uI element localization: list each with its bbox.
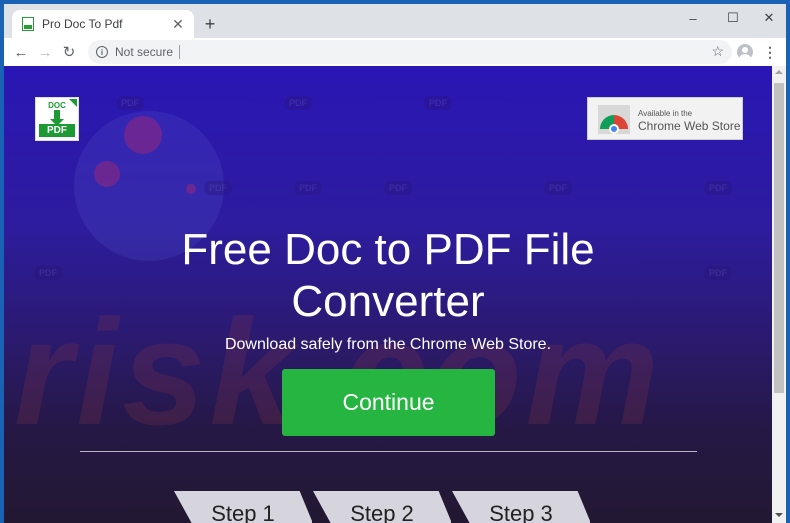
pdf-pattern: PDF xyxy=(704,181,732,195)
pdf-pattern: PDF xyxy=(544,181,572,195)
step-tab-1[interactable]: Step 1 xyxy=(174,491,312,523)
scroll-thumb[interactable] xyxy=(774,83,784,393)
profile-avatar-icon[interactable] xyxy=(737,44,753,60)
back-button[interactable]: ← xyxy=(9,40,33,64)
new-tab-button[interactable]: + xyxy=(200,14,220,34)
chrome-web-store-badge[interactable]: Available in the Chrome Web Store xyxy=(587,97,743,140)
pdf-pattern: PDF xyxy=(284,96,312,110)
logo-doc-label: DOC xyxy=(48,101,66,110)
chrome-logo-center xyxy=(609,124,619,134)
logo-pdf-label: PDF xyxy=(39,124,75,137)
pdf-pattern: PDF xyxy=(384,181,412,195)
step-label: Step 2 xyxy=(350,501,414,523)
badge-big-text: Chrome Web Store xyxy=(638,119,741,133)
step-label: Step 3 xyxy=(489,501,553,523)
step-tab-2[interactable]: Step 2 xyxy=(313,491,451,523)
address-separator xyxy=(179,45,181,59)
plus-icon: + xyxy=(204,13,216,34)
step-label: Step 1 xyxy=(211,501,275,523)
maximize-button[interactable]: ☐ xyxy=(716,6,750,30)
page-viewport: risk.com PDF PDF PDF PDF PDF PDF PDF PDF… xyxy=(4,66,772,523)
address-bar[interactable]: i Not secure ☆ xyxy=(88,40,732,64)
scroll-up-arrow-icon[interactable] xyxy=(775,70,783,74)
headline-line-2: Converter xyxy=(291,277,485,326)
pdf-pattern: PDF xyxy=(294,181,322,195)
pdf-pattern: PDF xyxy=(424,96,452,110)
security-label: Not secure xyxy=(115,45,174,59)
subheadline: Download safely from the Chrome Web Stor… xyxy=(224,336,552,353)
browser-window: Pro Doc To Pdf ✕ + – ☐ ✕ ← → ↻ i Not sec… xyxy=(4,4,786,523)
watermark-blob xyxy=(124,116,162,154)
section-divider xyxy=(80,451,697,452)
continue-button[interactable]: Continue xyxy=(282,369,495,436)
vertical-scrollbar[interactable] xyxy=(772,66,786,523)
watermark-blob xyxy=(186,184,196,194)
headline-line-1: Free Doc to PDF File xyxy=(181,225,595,274)
browser-tab[interactable]: Pro Doc To Pdf ✕ xyxy=(12,10,194,38)
pdf-pattern: PDF xyxy=(204,181,232,195)
site-logo[interactable]: DOC PDF xyxy=(35,97,79,141)
tab-title: Pro Doc To Pdf xyxy=(42,17,123,31)
tab-strip: Pro Doc To Pdf ✕ + – ☐ ✕ xyxy=(4,4,786,38)
favicon-icon xyxy=(22,17,34,31)
pdf-pattern: PDF xyxy=(116,96,144,110)
step-tab-3[interactable]: Step 3 xyxy=(452,491,590,523)
kebab-menu-icon[interactable]: ⋮ xyxy=(762,42,778,62)
minimize-button[interactable]: – xyxy=(676,6,710,30)
forward-button[interactable]: → xyxy=(33,40,57,64)
badge-small-text: Available in the xyxy=(638,109,693,118)
browser-toolbar: ← → ↻ i Not secure ☆ ⋮ xyxy=(4,38,786,66)
reload-button[interactable]: ↻ xyxy=(57,40,81,64)
close-icon[interactable]: ✕ xyxy=(170,16,186,32)
bookmark-star-icon[interactable]: ☆ xyxy=(711,43,724,60)
window-close-button[interactable]: ✕ xyxy=(752,6,786,30)
watermark-blob xyxy=(94,161,120,187)
info-icon[interactable]: i xyxy=(96,46,108,58)
scroll-down-arrow-icon[interactable] xyxy=(775,513,783,517)
